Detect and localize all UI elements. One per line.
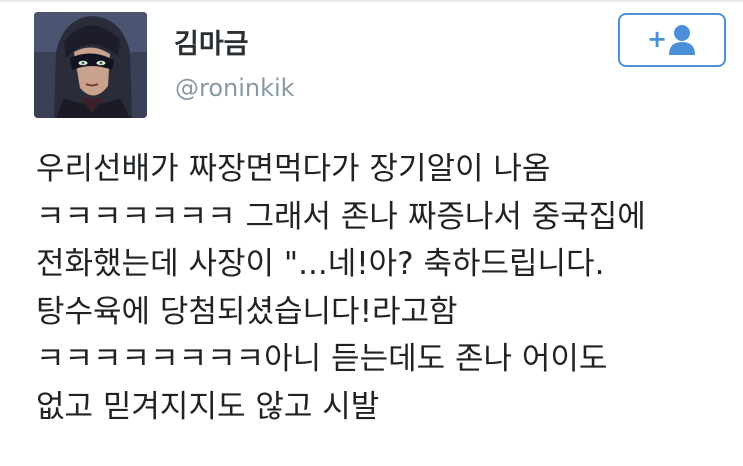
tweet-line: 없고 믿겨지지도 않고 시발 (36, 388, 380, 425)
display-name[interactable]: 김마금 (174, 22, 249, 61)
tweet-line: 탕수육에 당첨되셨습니다!라고함 (36, 293, 458, 330)
tweet-card: 김마금 @roninkik + 우리선배가 짜장면먹다가 장기알이 나옴 ㅋㅋㅋ… (0, 0, 743, 466)
plus-icon: + (647, 25, 668, 53)
masked-character-avatar-icon (34, 12, 147, 118)
top-divider (0, 0, 743, 2)
tweet-text: 우리선배가 짜장면먹다가 장기알이 나옴 ㅋㅋㅋㅋㅋㅋㅋ 그래서 존나 짜증나서… (36, 146, 726, 431)
tweet-line: 전화했는데 사장이 "...네!아? 축하드립니다. (36, 246, 605, 282)
tweet-line: 우리선배가 짜장면먹다가 장기알이 나옴 (36, 151, 551, 187)
follow-button[interactable]: + (618, 13, 726, 67)
user-handle[interactable]: @roninkik (175, 74, 295, 102)
tweet-line: ㅋㅋㅋㅋㅋㅋㅋㅋ아니 듣는데도 존나 어이도 (36, 341, 608, 377)
tweet-line: ㅋㅋㅋㅋㅋㅋㅋ 그래서 존나 짜증나서 중국집에 (36, 198, 646, 235)
person-icon (669, 25, 695, 55)
avatar[interactable] (34, 12, 147, 118)
